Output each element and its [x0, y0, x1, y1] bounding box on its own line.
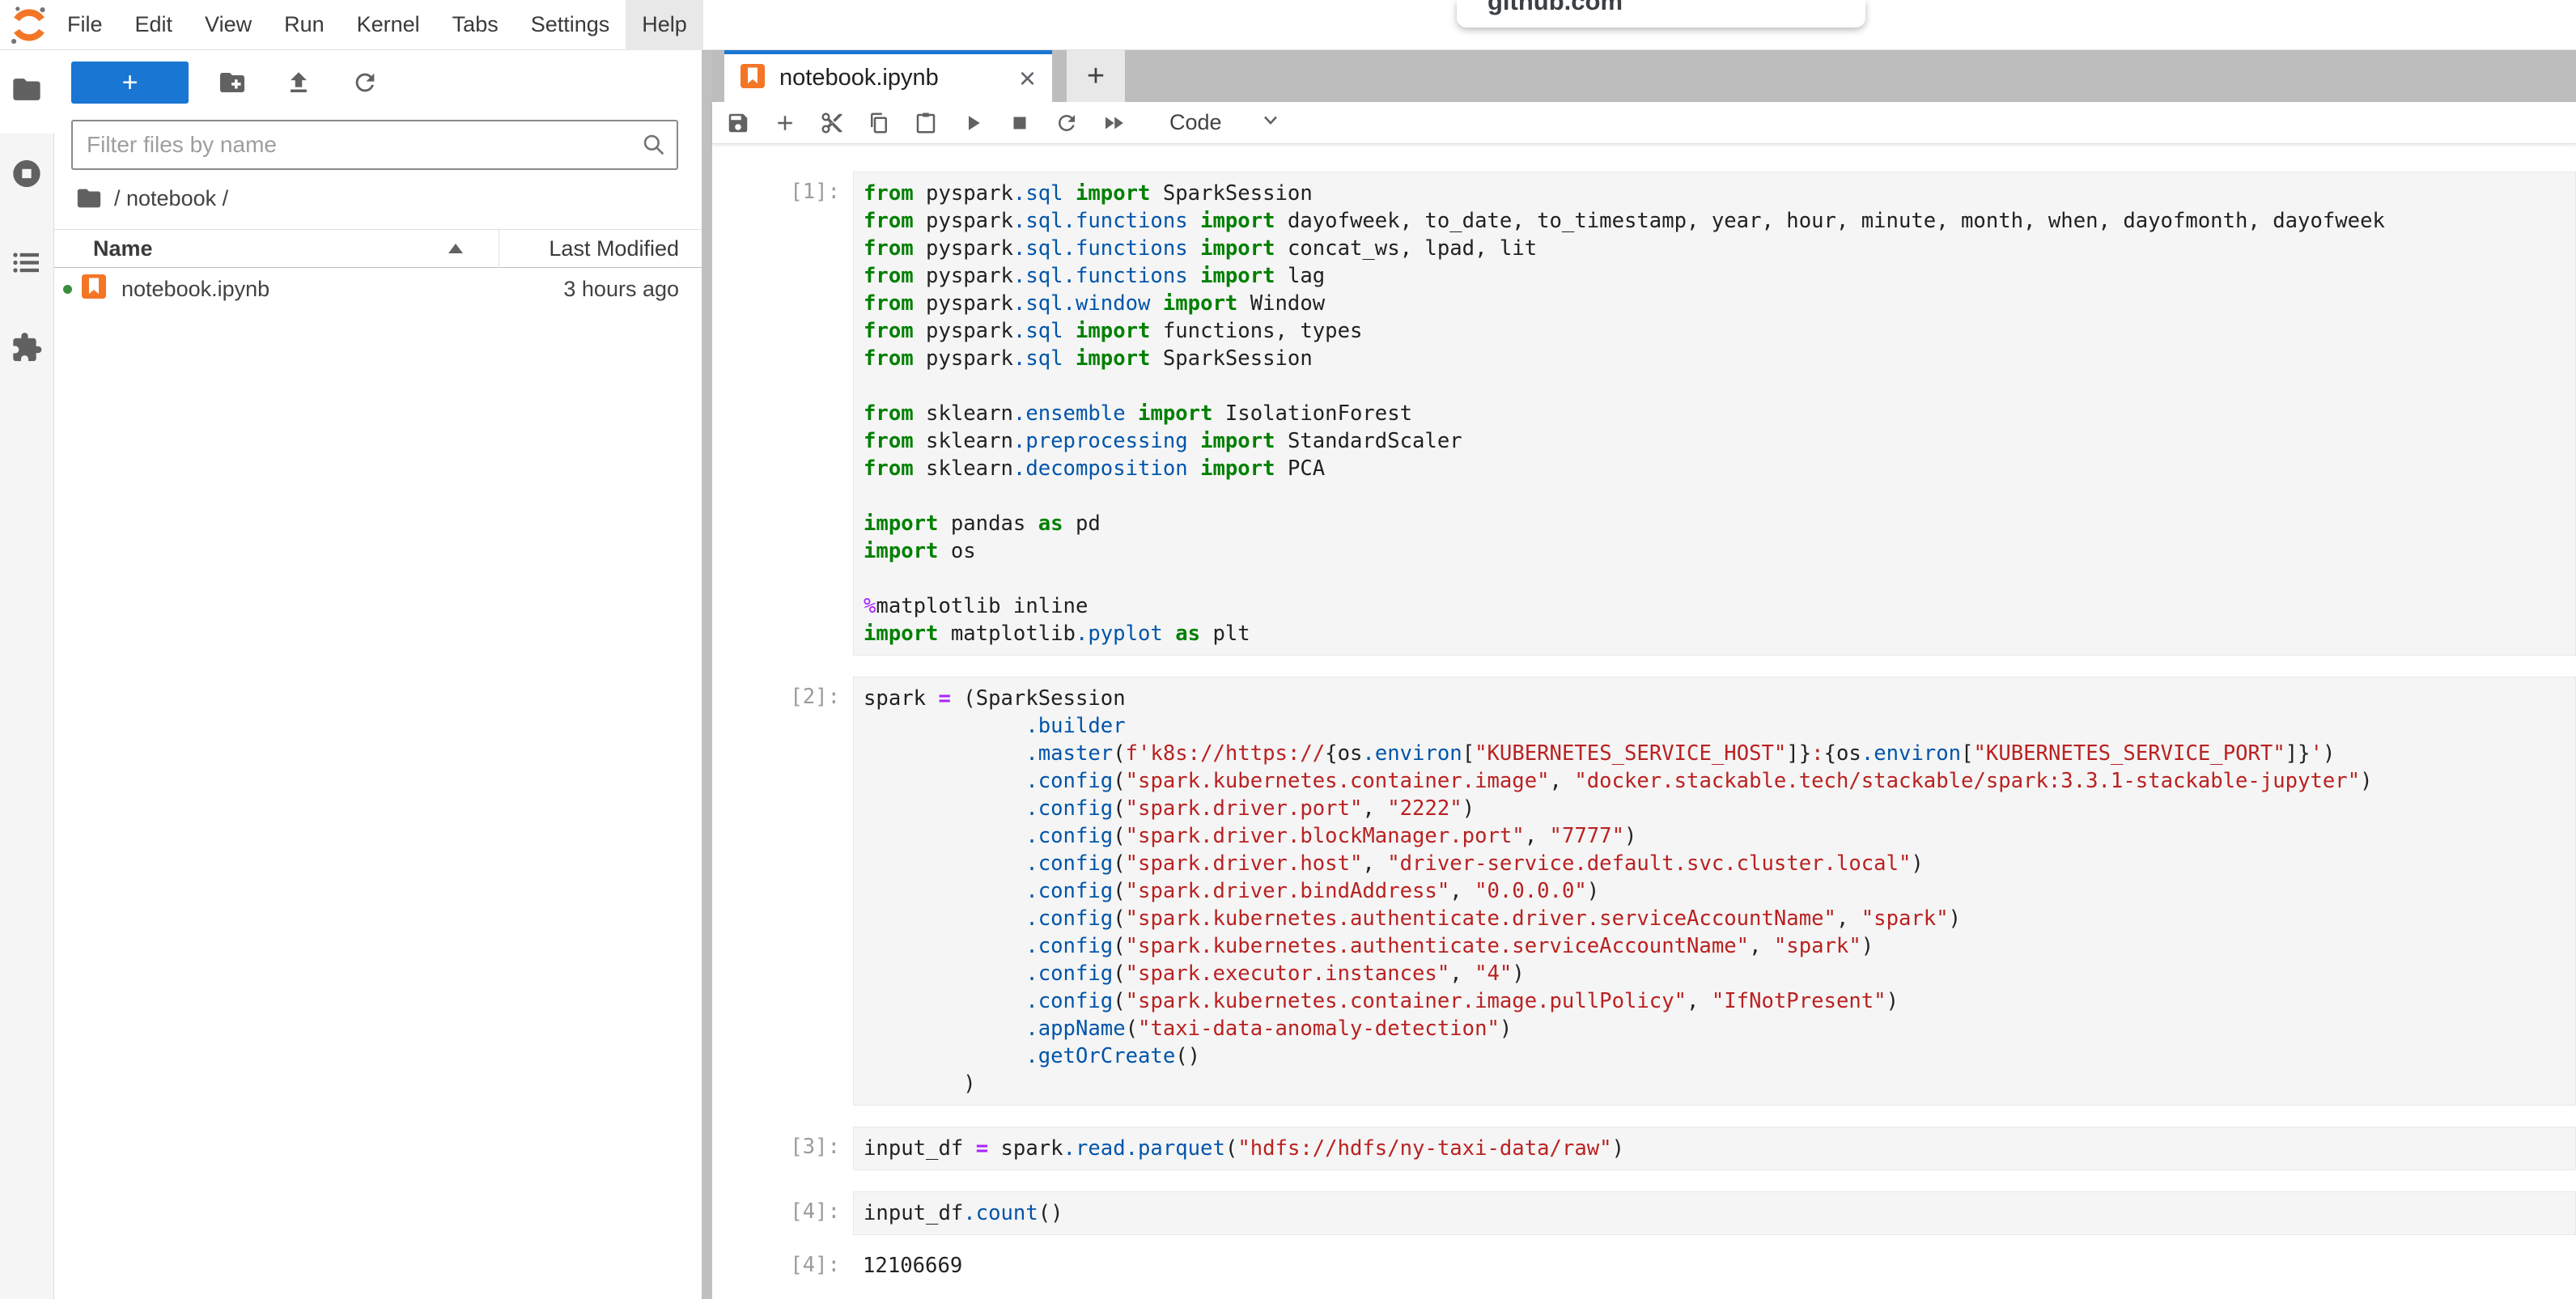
- restart-kernel-icon[interactable]: [1055, 111, 1079, 135]
- activity-bar: [0, 50, 54, 1299]
- chevron-down-icon: [1259, 108, 1282, 137]
- running-sessions-icon[interactable]: [11, 158, 43, 194]
- extension-manager-icon[interactable]: [11, 332, 43, 368]
- output-area[interactable]: 12106669: [853, 1245, 2576, 1287]
- table-of-contents-icon[interactable]: [11, 247, 43, 283]
- file-browser-panel: + / notebook / Name Last Modified: [54, 50, 702, 1299]
- file-browser-icon[interactable]: [11, 74, 43, 110]
- input-prompt: [4]:: [712, 1191, 853, 1235]
- menu-item-edit[interactable]: Edit: [119, 0, 189, 50]
- menu-item-tabs[interactable]: Tabs: [436, 0, 515, 50]
- restart-run-all-icon[interactable]: [1101, 111, 1126, 135]
- menu-item-view[interactable]: View: [189, 0, 268, 50]
- copy-cells-icon[interactable]: [867, 111, 891, 135]
- code-cell[interactable]: [4]:input_df.count(): [712, 1191, 2576, 1235]
- run-cell-icon[interactable]: [961, 111, 985, 135]
- code-cell[interactable]: [1]:from pyspark.sql import SparkSession…: [712, 172, 2576, 656]
- code-editor[interactable]: input_df.count(): [853, 1191, 2576, 1235]
- breadcrumb-path: / notebook /: [114, 186, 228, 211]
- code-editor[interactable]: from pyspark.sql import SparkSessionfrom…: [853, 172, 2576, 656]
- dock-tab-bar: notebook.ipynb × +: [712, 50, 2576, 102]
- filter-files-input[interactable]: [73, 121, 631, 168]
- new-launcher-button[interactable]: +: [71, 62, 189, 104]
- menu-item-help[interactable]: Help: [626, 0, 703, 50]
- code-cell[interactable]: [2]:spark = (SparkSession .builder .mast…: [712, 677, 2576, 1106]
- output-prompt: [4]:: [712, 1245, 853, 1287]
- menu-bar: FileEditViewRunKernelTabsSettingsHelp: [0, 0, 2576, 50]
- sort-ascending-icon: [448, 244, 463, 253]
- tab-label: notebook.ipynb: [779, 65, 1014, 91]
- file-row[interactable]: notebook.ipynb 3 hours ago: [54, 269, 702, 309]
- menu-items: FileEditViewRunKernelTabsSettingsHelp: [51, 0, 703, 50]
- file-modified: 3 hours ago: [499, 277, 702, 302]
- notebook-content[interactable]: [1]:from pyspark.sql import SparkSession…: [712, 144, 2576, 1299]
- file-list-header: Name Last Modified: [54, 229, 702, 268]
- popup-origin-text: github.com: [1457, 0, 1865, 16]
- menu-item-file[interactable]: File: [51, 0, 119, 50]
- panel-splitter[interactable]: [702, 50, 712, 1299]
- insert-cell-icon[interactable]: [773, 111, 797, 135]
- jupyter-logo-icon: [8, 4, 50, 46]
- upload-icon[interactable]: [276, 62, 321, 104]
- file-name: notebook.ipynb: [121, 277, 499, 302]
- input-prompt: [2]:: [712, 677, 853, 1106]
- notebook-file-icon: [738, 62, 767, 95]
- breadcrumb[interactable]: / notebook /: [75, 185, 228, 212]
- new-folder-icon[interactable]: [210, 62, 255, 104]
- search-icon: [631, 132, 677, 158]
- cell-type-dropdown[interactable]: Code: [1169, 108, 1282, 137]
- column-header-modified[interactable]: Last Modified: [499, 236, 702, 261]
- folder-icon: [75, 185, 103, 212]
- main-dock-panel: notebook.ipynb × +: [712, 50, 2576, 1299]
- paste-cells-icon[interactable]: [914, 111, 938, 135]
- file-browser-toolbar: +: [54, 61, 702, 104]
- kernel-running-dot: [63, 285, 72, 294]
- menu-item-settings[interactable]: Settings: [515, 0, 626, 50]
- save-icon[interactable]: [726, 111, 750, 135]
- menu-item-kernel[interactable]: Kernel: [341, 0, 436, 50]
- refresh-icon[interactable]: [342, 62, 388, 104]
- column-header-name[interactable]: Name: [54, 236, 499, 261]
- code-cell[interactable]: [3]:input_df = spark.read.parquet("hdfs:…: [712, 1127, 2576, 1170]
- new-tab-button[interactable]: +: [1067, 50, 1125, 102]
- input-prompt: [3]:: [712, 1127, 853, 1170]
- code-editor[interactable]: spark = (SparkSession .builder .master(f…: [853, 677, 2576, 1106]
- cut-cells-icon[interactable]: [820, 111, 844, 135]
- notebook-toolbar: Code: [712, 102, 2576, 144]
- filter-files-box: [71, 120, 678, 170]
- code-editor[interactable]: input_df = spark.read.parquet("hdfs://hd…: [853, 1127, 2576, 1170]
- output-cell[interactable]: [4]:12106669: [712, 1245, 2576, 1287]
- tab-notebook[interactable]: notebook.ipynb ×: [724, 50, 1052, 102]
- menu-item-run[interactable]: Run: [268, 0, 341, 50]
- cell-type-value: Code: [1169, 110, 1222, 135]
- input-prompt: [1]:: [712, 172, 853, 656]
- interrupt-kernel-icon[interactable]: [1008, 111, 1032, 135]
- browser-popup: github.com: [1457, 0, 1865, 28]
- close-icon[interactable]: ×: [1014, 62, 1041, 96]
- notebook-file-icon: [79, 272, 108, 307]
